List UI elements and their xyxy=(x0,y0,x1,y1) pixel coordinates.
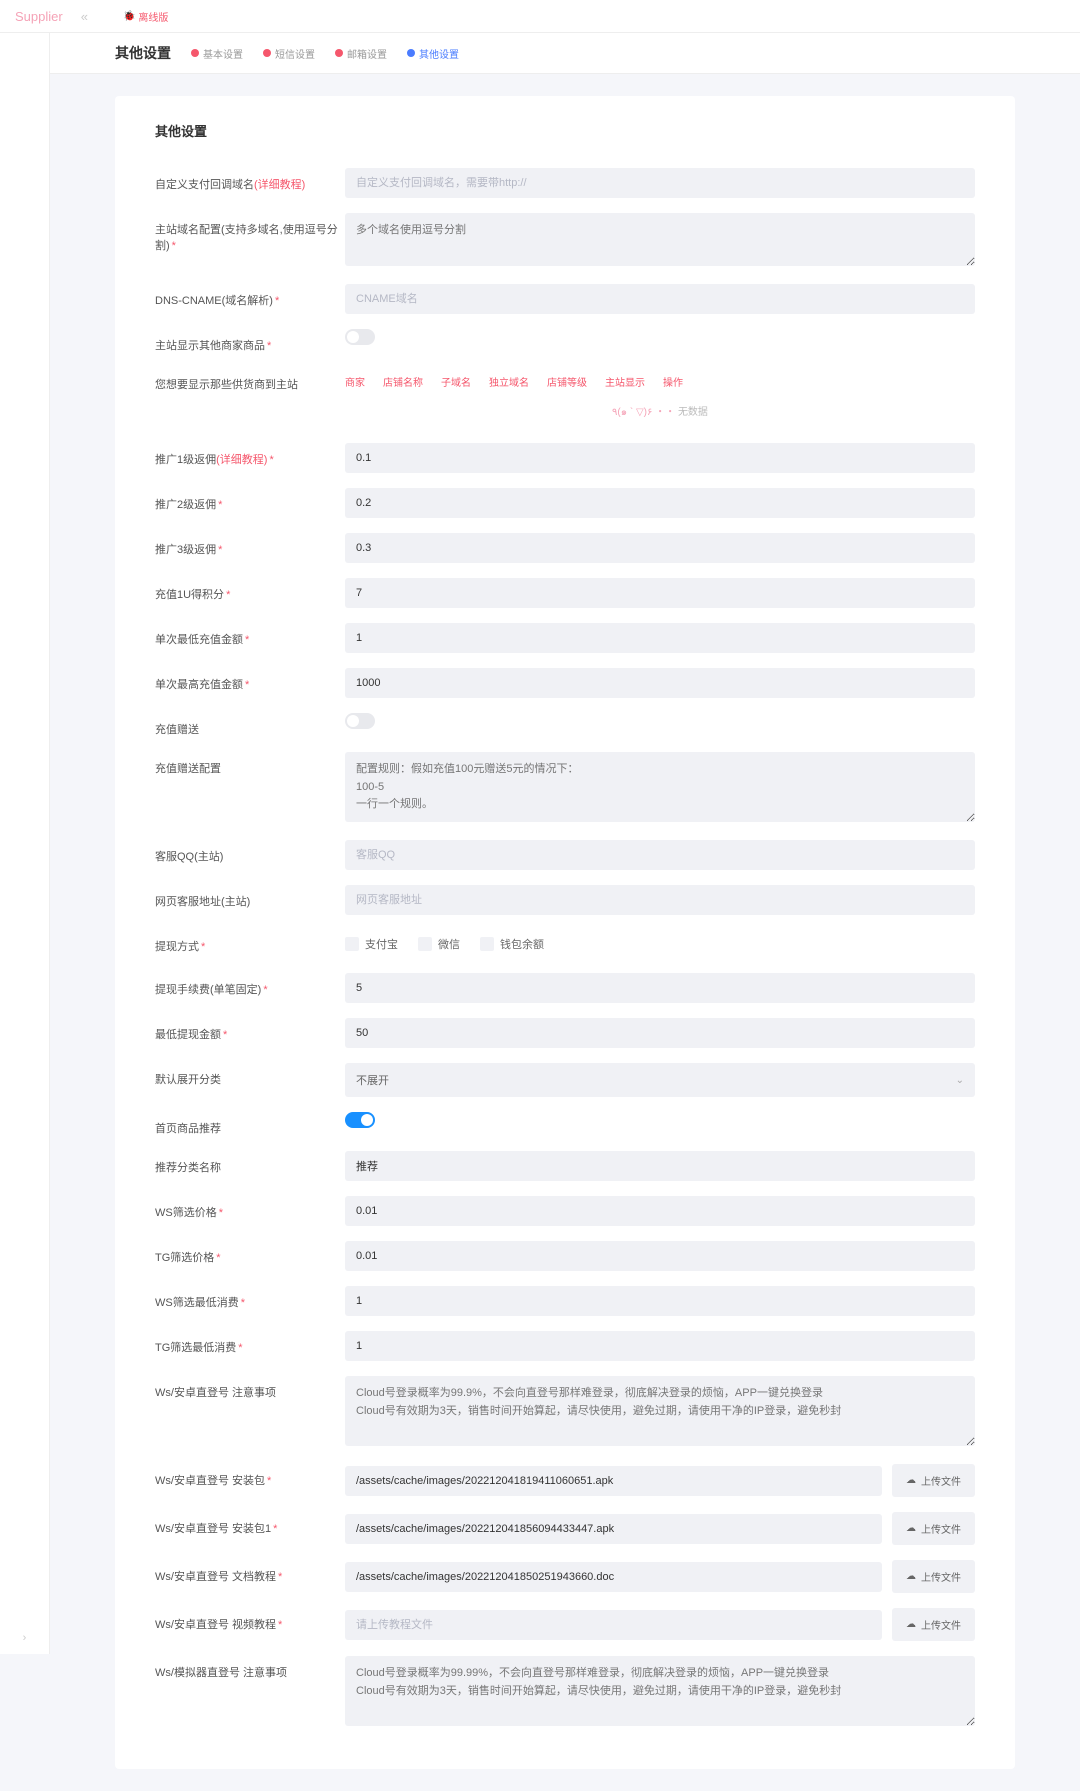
upload-btn-pkg[interactable]: ☁上传文件 xyxy=(892,1464,975,1497)
upload-btn-video[interactable]: ☁上传文件 xyxy=(892,1608,975,1641)
input-withdraw-fee[interactable] xyxy=(345,973,975,1003)
input-ws-filter-price[interactable] xyxy=(345,1196,975,1226)
input-min-recharge[interactable] xyxy=(345,623,975,653)
page-header: 其他设置 基本设置 短信设置 邮箱设置 其他设置 xyxy=(50,33,1080,74)
tab-basic[interactable]: 基本设置 xyxy=(191,46,243,61)
input-ws-android-doc[interactable] xyxy=(345,1562,882,1592)
label-ws-sim-notes: Ws/模拟器直登号 注意事项 xyxy=(155,1656,345,1680)
upload-btn-pkg1[interactable]: ☁上传文件 xyxy=(892,1512,975,1545)
label-web-service: 网页客服地址(主站) xyxy=(155,885,345,909)
label-recharge-points: 充值1U得积分* xyxy=(155,578,345,602)
settings-card: 其他设置 自定义支付回调域名(详细教程) 主站域名配置(支持多域名,使用逗号分割… xyxy=(115,96,1015,1769)
chevron-down-icon: ⌄ xyxy=(956,1075,964,1086)
cloud-upload-icon: ☁ xyxy=(906,1571,916,1582)
label-recommend-name: 推荐分类名称 xyxy=(155,1151,345,1175)
label-home-recommend: 首页商品推荐 xyxy=(155,1112,345,1136)
topbar: Supplier « 🐞 离线版 xyxy=(0,0,1080,33)
tab-email[interactable]: 邮箱设置 xyxy=(335,46,387,61)
supplier-table-head: 商家店铺名称子域名独立域名店铺等级主站显示操作 xyxy=(345,368,975,395)
label-default-expand: 默认展开分类 xyxy=(155,1063,345,1087)
tab-sms[interactable]: 短信设置 xyxy=(263,46,315,61)
bug-icon: 🐞 xyxy=(123,11,135,22)
input-recharge-points[interactable] xyxy=(345,578,975,608)
label-main-domain: 主站域名配置(支持多域名,使用逗号分割)* xyxy=(155,213,345,253)
input-tg-min-spend[interactable] xyxy=(345,1331,975,1361)
select-default-expand[interactable]: 不展开⌄ xyxy=(345,1063,975,1097)
input-dns-cname[interactable] xyxy=(345,284,975,314)
label-ws-android-video: Ws/安卓直登号 视频教程* xyxy=(155,1608,345,1632)
section-title: 其他设置 xyxy=(155,121,975,140)
label-ws-android-doc: Ws/安卓直登号 文档教程* xyxy=(155,1560,345,1584)
sidebar-expand-icon[interactable]: › xyxy=(23,1632,27,1644)
input-ws-android-video[interactable] xyxy=(345,1610,882,1640)
check-alipay[interactable]: 支付宝 xyxy=(345,936,398,952)
cloud-upload-icon: ☁ xyxy=(906,1619,916,1630)
supplier-table-empty: ٩(๑ ` ▽)۶ ・・ 无数据 xyxy=(345,395,975,428)
input-web-service[interactable] xyxy=(345,885,975,915)
input-min-withdraw[interactable] xyxy=(345,1018,975,1048)
input-max-recharge[interactable] xyxy=(345,668,975,698)
input-tg-filter-price[interactable] xyxy=(345,1241,975,1271)
link-tutorial[interactable]: (详细教程) xyxy=(254,179,305,191)
label-recharge-gift-config: 充值赠送配置 xyxy=(155,752,345,776)
input-promo3[interactable] xyxy=(345,533,975,563)
label-ws-min-spend: WS筛选最低消费* xyxy=(155,1286,345,1310)
switch-recharge-gift[interactable] xyxy=(345,713,375,729)
label-ws-android-pkg1: Ws/安卓直登号 安装包1* xyxy=(155,1512,345,1536)
label-tg-filter-price: TG筛选价格* xyxy=(155,1241,345,1265)
label-custom-domain: 自定义支付回调域名(详细教程) xyxy=(155,168,345,192)
label-min-withdraw: 最低提现金额* xyxy=(155,1018,345,1042)
check-wallet[interactable]: 钱包余额 xyxy=(480,936,544,952)
input-main-domain[interactable] xyxy=(345,213,975,266)
input-promo1[interactable] xyxy=(345,443,975,473)
input-recommend-name[interactable] xyxy=(345,1151,975,1181)
input-ws-android-notes[interactable] xyxy=(345,1376,975,1446)
tab-other[interactable]: 其他设置 xyxy=(407,46,459,61)
label-tg-min-spend: TG筛选最低消费* xyxy=(155,1331,345,1355)
input-recharge-gift-config[interactable] xyxy=(345,752,975,822)
label-qq: 客服QQ(主站) xyxy=(155,840,345,864)
input-ws-sim-notes[interactable] xyxy=(345,1656,975,1726)
brand-logo: Supplier xyxy=(15,9,63,24)
cloud-upload-icon: ☁ xyxy=(906,1523,916,1534)
label-show-suppliers: 您想要显示那些供货商到主站 xyxy=(155,368,345,392)
label-promo2: 推广2级返佣* xyxy=(155,488,345,512)
input-ws-min-spend[interactable] xyxy=(345,1286,975,1316)
link-promo-tutorial[interactable]: (详细教程) xyxy=(216,454,267,466)
upload-btn-doc[interactable]: ☁上传文件 xyxy=(892,1560,975,1593)
label-min-recharge: 单次最低充值金额* xyxy=(155,623,345,647)
label-withdraw-method: 提现方式* xyxy=(155,930,345,954)
input-promo2[interactable] xyxy=(345,488,975,518)
input-custom-domain[interactable] xyxy=(345,168,975,198)
check-wechat[interactable]: 微信 xyxy=(418,936,460,952)
input-ws-android-pkg1[interactable] xyxy=(345,1514,882,1544)
switch-show-merchants[interactable] xyxy=(345,329,375,345)
cloud-upload-icon: ☁ xyxy=(906,1475,916,1486)
switch-home-recommend[interactable] xyxy=(345,1112,375,1128)
label-max-recharge: 单次最高充值金额* xyxy=(155,668,345,692)
sidebar: › xyxy=(0,33,50,1654)
page-title: 其他设置 xyxy=(115,43,171,63)
label-promo1: 推广1级返佣(详细教程)* xyxy=(155,443,345,467)
label-ws-filter-price: WS筛选价格* xyxy=(155,1196,345,1220)
collapse-icon[interactable]: « xyxy=(81,9,88,24)
input-qq[interactable] xyxy=(345,840,975,870)
label-show-merchants: 主站显示其他商家商品* xyxy=(155,329,345,353)
label-ws-android-pkg: Ws/安卓直登号 安装包* xyxy=(155,1464,345,1488)
offline-badge: 🐞 离线版 xyxy=(123,9,168,24)
label-ws-android-notes: Ws/安卓直登号 注意事项 xyxy=(155,1376,345,1400)
label-recharge-gift: 充值赠送 xyxy=(155,713,345,737)
input-ws-android-pkg[interactable] xyxy=(345,1466,882,1496)
label-dns-cname: DNS-CNAME(域名解析)* xyxy=(155,284,345,308)
label-promo3: 推广3级返佣* xyxy=(155,533,345,557)
label-withdraw-fee: 提现手续费(单笔固定)* xyxy=(155,973,345,997)
